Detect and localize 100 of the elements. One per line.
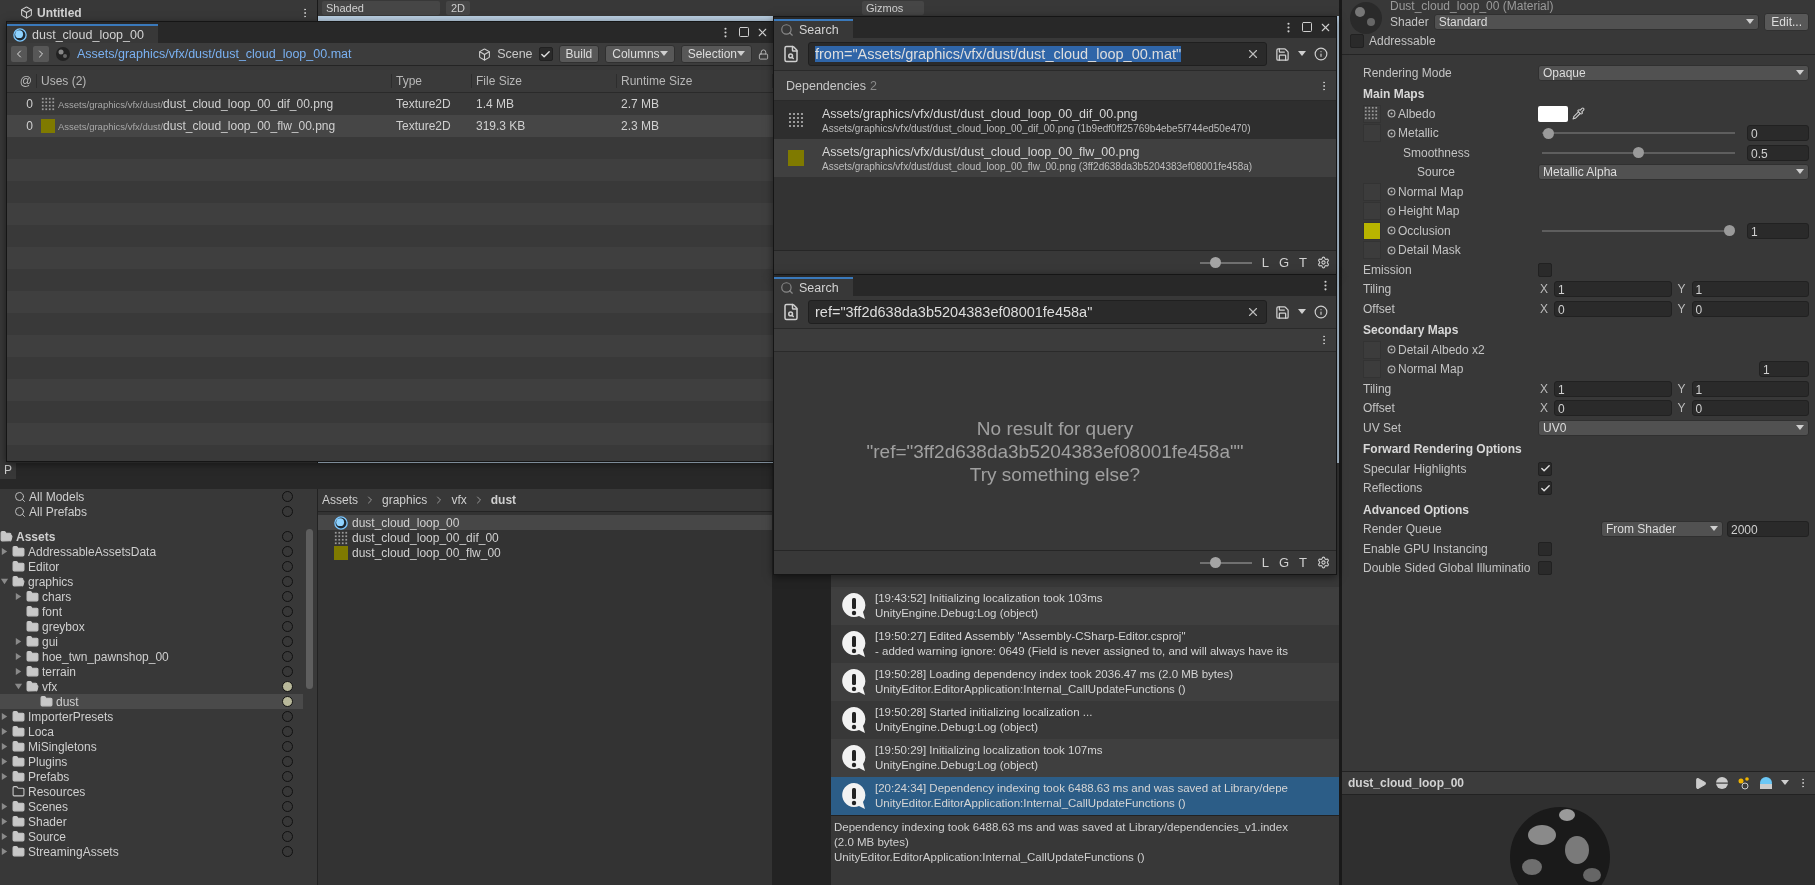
view-mode-button[interactable]: 2D (446, 1, 471, 15)
folder-tree-item[interactable]: AddressableAssetsData (0, 544, 303, 559)
folder-tree-item[interactable]: Loca (0, 724, 303, 739)
info-icon[interactable] (1314, 305, 1328, 319)
collapse-arrow-icon[interactable] (0, 577, 9, 586)
number-field[interactable]: 1 (1691, 380, 1809, 397)
breadcrumb-item[interactable]: Assets (322, 493, 358, 507)
folder-tree-item[interactable]: vfx (0, 679, 303, 694)
favorite-item[interactable]: All Prefabs (0, 504, 303, 519)
folder-tree-item[interactable]: Scenes (0, 799, 303, 814)
window-tab[interactable]: Search (774, 277, 853, 296)
dependency-row[interactable]: 0 Assets/graphics/vfx/dust/dust_cloud_loop_00_dif_00.png Texture2D 1.4 MB 2.7 MB (7, 93, 773, 115)
collapse-arrow-icon[interactable] (14, 682, 23, 691)
number-field[interactable]: 0 (1554, 400, 1672, 417)
log-entry[interactable]: [20:24:34] Dependency indexing took 6488.63 ms and was saved at Library/depe UnityEditor.EditorApplication:Internal_CallUpdateFunctions () (831, 777, 1339, 815)
slider-thumb[interactable] (1633, 147, 1644, 159)
folder-tree-item[interactable]: Source (0, 829, 303, 844)
texture-slot[interactable] (1363, 221, 1381, 240)
dropdown[interactable]: Opaque (1538, 64, 1809, 81)
maximize-icon[interactable] (1301, 21, 1313, 33)
slider-thumb[interactable] (1210, 256, 1222, 268)
slider-thumb[interactable] (1210, 556, 1222, 568)
query-field[interactable]: ref="3ff2d638da3b5204383ef08001fe458a" (808, 300, 1267, 324)
back-button[interactable] (11, 46, 27, 62)
view-mode-button[interactable]: G (1278, 255, 1290, 270)
number-field[interactable]: 0.5 (1747, 144, 1809, 161)
column-header[interactable]: @ (7, 74, 37, 88)
settings-icon[interactable] (1317, 556, 1330, 569)
log-entry[interactable]: [19:50:28] Started initializing localization ... UnityEngine.Debug:Log (object) (831, 701, 1339, 739)
expand-arrow-icon[interactable] (0, 547, 9, 556)
panel-tab[interactable]: P (0, 463, 16, 479)
expand-arrow-icon[interactable] (14, 667, 23, 676)
dropdown[interactable]: UV0 (1538, 419, 1809, 436)
breadcrumb-item[interactable]: vfx (451, 493, 467, 507)
folder-tree-item[interactable]: ImporterPresets (0, 709, 303, 724)
folder-tree-item[interactable]: greybox (0, 619, 303, 634)
clear-icon[interactable] (1246, 305, 1260, 319)
column-header[interactable]: File Size (472, 74, 617, 88)
slider-thumb[interactable] (1542, 127, 1554, 139)
folder-tree-item[interactable]: Editor (0, 559, 303, 574)
expand-arrow-icon[interactable] (0, 742, 9, 751)
expand-arrow-icon[interactable] (0, 712, 9, 721)
lock-icon[interactable] (758, 48, 769, 60)
gizmos-dropdown[interactable]: Gizmos (862, 1, 925, 15)
forward-button[interactable] (33, 46, 49, 62)
checkbox[interactable] (538, 47, 553, 61)
play-icon[interactable] (1694, 776, 1707, 790)
skybox-icon[interactable] (1759, 776, 1773, 790)
close-icon[interactable] (756, 26, 769, 39)
view-mode-button[interactable]: T (1299, 555, 1307, 570)
number-field[interactable]: 0 (1747, 125, 1809, 142)
lights-icon[interactable] (1737, 776, 1751, 790)
search-result[interactable]: Assets/graphics/vfx/dust/dust_cloud_loop_00_flw_00.png Assets/graphics/vfx/dust/dust_cloud_loop_00_flw_00.png (3ff2d638da3b5204383ef08001fe458a) (774, 139, 1336, 177)
view-mode-button[interactable]: L (1261, 255, 1269, 270)
folder-tree-item[interactable]: gui (0, 634, 303, 649)
folder-tree-item[interactable]: font (0, 604, 303, 619)
color-field[interactable] (1538, 105, 1568, 122)
log-entry[interactable]: [19:50:28] Loading dependency index took 2036.47 ms (2.0 MB bytes) UnityEditor.EditorApplication:Internal_CallUpdateFunctions () (831, 663, 1339, 701)
number-field[interactable]: 0 (1691, 300, 1809, 317)
number-field[interactable]: 2000 (1727, 521, 1809, 538)
save-icon[interactable] (1275, 46, 1290, 62)
expand-arrow-icon[interactable] (14, 652, 23, 661)
folder-tree-item[interactable]: Resources (0, 784, 303, 799)
expand-arrow-icon[interactable] (0, 817, 9, 826)
slider-thumb[interactable] (1723, 225, 1735, 237)
window-tab[interactable]: Search (774, 19, 853, 38)
window-tab[interactable]: dust_cloud_loop_00 (7, 24, 158, 43)
expand-arrow-icon[interactable] (14, 592, 23, 601)
search-result[interactable]: Assets/graphics/vfx/dust/dust_cloud_loop_00_dif_00.png Assets/graphics/vfx/dust/dust_cloud_loop_00_dif_00.png (1b9edf0ff25769b4ebe5f744ed50e470) (774, 101, 1336, 139)
save-icon[interactable] (1275, 304, 1290, 320)
expand-arrow-icon[interactable] (14, 637, 23, 646)
expand-arrow-icon[interactable] (0, 772, 9, 781)
number-field[interactable]: 0 (1554, 300, 1672, 317)
folder-tree-item[interactable]: hoe_twn_pawnshop_00 (0, 649, 303, 664)
view-mode-button[interactable]: G (1278, 555, 1290, 570)
column-header[interactable]: Uses (2) (37, 74, 392, 88)
asset-path-link[interactable]: Assets/graphics/vfx/dust/dust_cloud_loop_00.mat (77, 47, 352, 61)
log-entry[interactable]: [19:50:29] Initializing localization took 107ms UnityEngine.Debug:Log (object) (831, 739, 1339, 777)
folder-tree-item[interactable]: MiSingletons (0, 739, 303, 754)
log-entry[interactable]: [19:50:27] Edited Assembly "Assembly-CSharp-Editor.csproj" - added warning ignore: 0649 (Field is never assigned to, and will always have its (831, 625, 1339, 663)
checkbox[interactable] (1538, 461, 1552, 476)
column-header[interactable]: Type (392, 74, 472, 88)
dropdown[interactable]: Metallic Alpha (1538, 164, 1809, 181)
number-field[interactable]: 0 (1691, 400, 1809, 417)
folder-tree-item[interactable]: Prefabs (0, 769, 303, 784)
columns-dropdown[interactable]: Columns (605, 45, 675, 63)
number-field[interactable]: 1 (1554, 281, 1672, 298)
view-mode-button[interactable]: T (1299, 255, 1307, 270)
file-item[interactable]: dust_cloud_loop_00 (318, 515, 772, 530)
maximize-icon[interactable] (738, 26, 750, 38)
expand-arrow-icon[interactable] (0, 832, 9, 841)
folder-tree-item[interactable]: terrain (0, 664, 303, 679)
folder-tree-item[interactable]: graphics (0, 574, 303, 589)
close-icon[interactable] (1319, 21, 1332, 34)
breadcrumb-item[interactable]: dust (490, 493, 517, 507)
folder-tree-item[interactable]: chars (0, 589, 303, 604)
view-mode-button[interactable]: L (1261, 555, 1269, 570)
expand-arrow-icon[interactable] (0, 847, 9, 856)
number-field[interactable]: 1 (1747, 222, 1809, 239)
info-icon[interactable] (1314, 47, 1328, 61)
